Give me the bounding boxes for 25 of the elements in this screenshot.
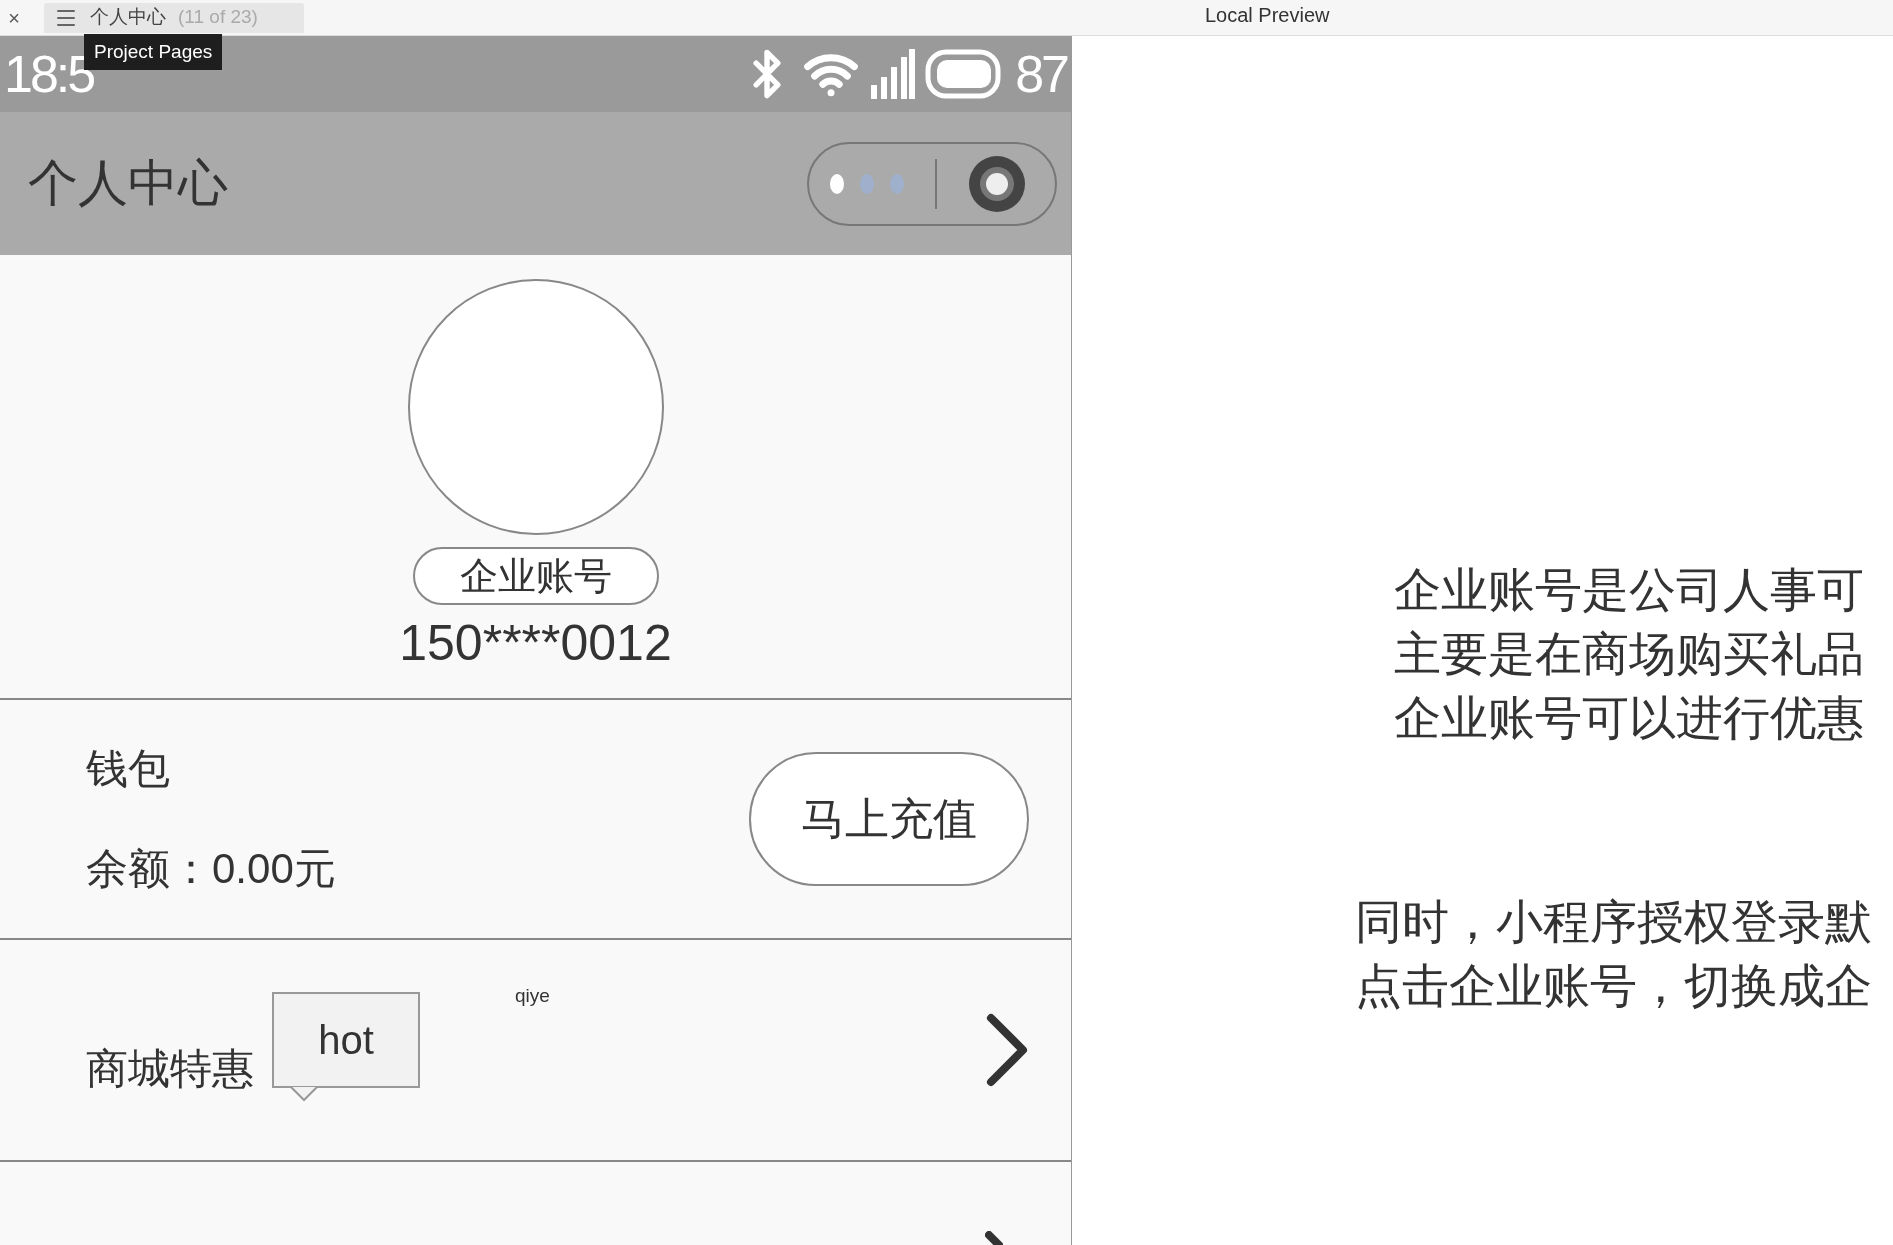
signal-icon xyxy=(869,49,916,99)
capsule-menu[interactable] xyxy=(807,141,1057,226)
note-paragraph: 同时，小程序授权登录默 点击企业账号，切换成企 xyxy=(1354,894,1873,1014)
chevron-right-icon xyxy=(985,1231,1003,1245)
close-button[interactable]: × xyxy=(0,7,28,28)
row-note: qiye xyxy=(515,984,550,1008)
account-type-badge[interactable]: 企业账号 xyxy=(412,547,659,605)
page-tab[interactable]: 个人中心 (11 of 23) xyxy=(44,2,304,33)
phone-number: 150****0012 xyxy=(399,614,672,673)
balance-text: 余额：0.00元 xyxy=(86,844,336,894)
nav-title: 个人中心 xyxy=(28,154,228,213)
recharge-button[interactable]: 马上充值 xyxy=(749,752,1029,886)
battery-level: 87 xyxy=(1015,48,1067,100)
hot-tag: hot xyxy=(272,992,420,1088)
preview-title: Local Preview xyxy=(1205,3,1330,28)
menu-row[interactable]: 商城特惠 hot qiye xyxy=(0,940,1071,1162)
tag-pointer xyxy=(290,1086,318,1102)
wallet-title: 钱包 xyxy=(86,744,171,794)
row-label: 商城特惠 xyxy=(86,1043,254,1094)
note-paragraph: 企业账号是公司人事可 主要是在商场购买礼品 企业账号可以进行优惠 xyxy=(1393,562,1865,746)
tooltip: Project Pages xyxy=(84,34,223,70)
record-icon[interactable] xyxy=(967,153,1027,214)
page-title: 个人中心 xyxy=(90,5,166,30)
chevron-right-icon xyxy=(985,1012,1029,1088)
page-count: (11 of 23) xyxy=(178,5,258,30)
